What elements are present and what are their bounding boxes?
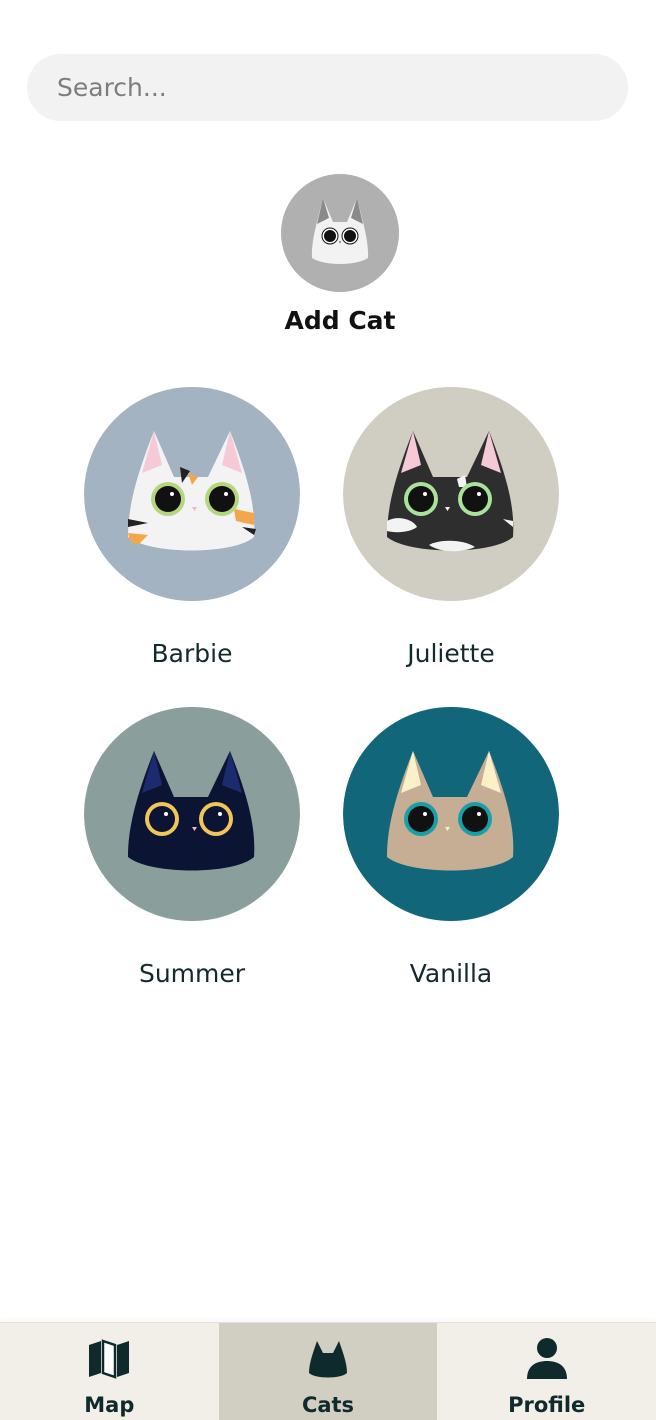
search-input[interactable] (55, 72, 600, 103)
bottom-navigation: Map Cats Profile (0, 1322, 656, 1420)
black-cat-icon (84, 707, 300, 921)
add-cat-label: Add Cat (284, 306, 396, 335)
cat-avatar-juliette[interactable] (343, 387, 559, 601)
cats-screen: Add Cat B (0, 0, 656, 1420)
nav-label-map: Map (84, 1393, 135, 1417)
cat-icon (307, 1335, 349, 1383)
cat-name-label: Vanilla (409, 959, 493, 988)
nav-item-profile[interactable]: Profile (437, 1323, 656, 1420)
calico-cat-icon (84, 387, 300, 601)
nav-label-profile: Profile (508, 1393, 586, 1417)
cream-cat-icon (343, 707, 559, 921)
cat-name-label: Juliette (407, 639, 495, 668)
nav-item-cats[interactable]: Cats (218, 1323, 438, 1420)
cat-name-label: Barbie (151, 639, 233, 668)
add-cat-avatar[interactable] (281, 174, 399, 292)
cat-avatar-vanilla[interactable] (343, 707, 559, 921)
cat-avatar-summer[interactable] (84, 707, 300, 921)
cat-card-juliette[interactable]: Juliette (336, 387, 566, 668)
person-icon (525, 1335, 569, 1383)
nav-label-cats: Cats (301, 1393, 355, 1417)
cat-card-summer[interactable]: Summer (77, 707, 307, 988)
tuxedo-cat-icon (343, 387, 559, 601)
placeholder-cat-icon (281, 174, 399, 292)
map-icon (87, 1335, 131, 1383)
search-bar[interactable] (27, 54, 628, 121)
cat-name-label: Summer (138, 959, 246, 988)
nav-item-map[interactable]: Map (0, 1323, 219, 1420)
add-cat-button[interactable]: Add Cat (220, 174, 460, 335)
cat-card-barbie[interactable]: Barbie (77, 387, 307, 668)
cat-card-vanilla[interactable]: Vanilla (336, 707, 566, 988)
cat-avatar-barbie[interactable] (84, 387, 300, 601)
